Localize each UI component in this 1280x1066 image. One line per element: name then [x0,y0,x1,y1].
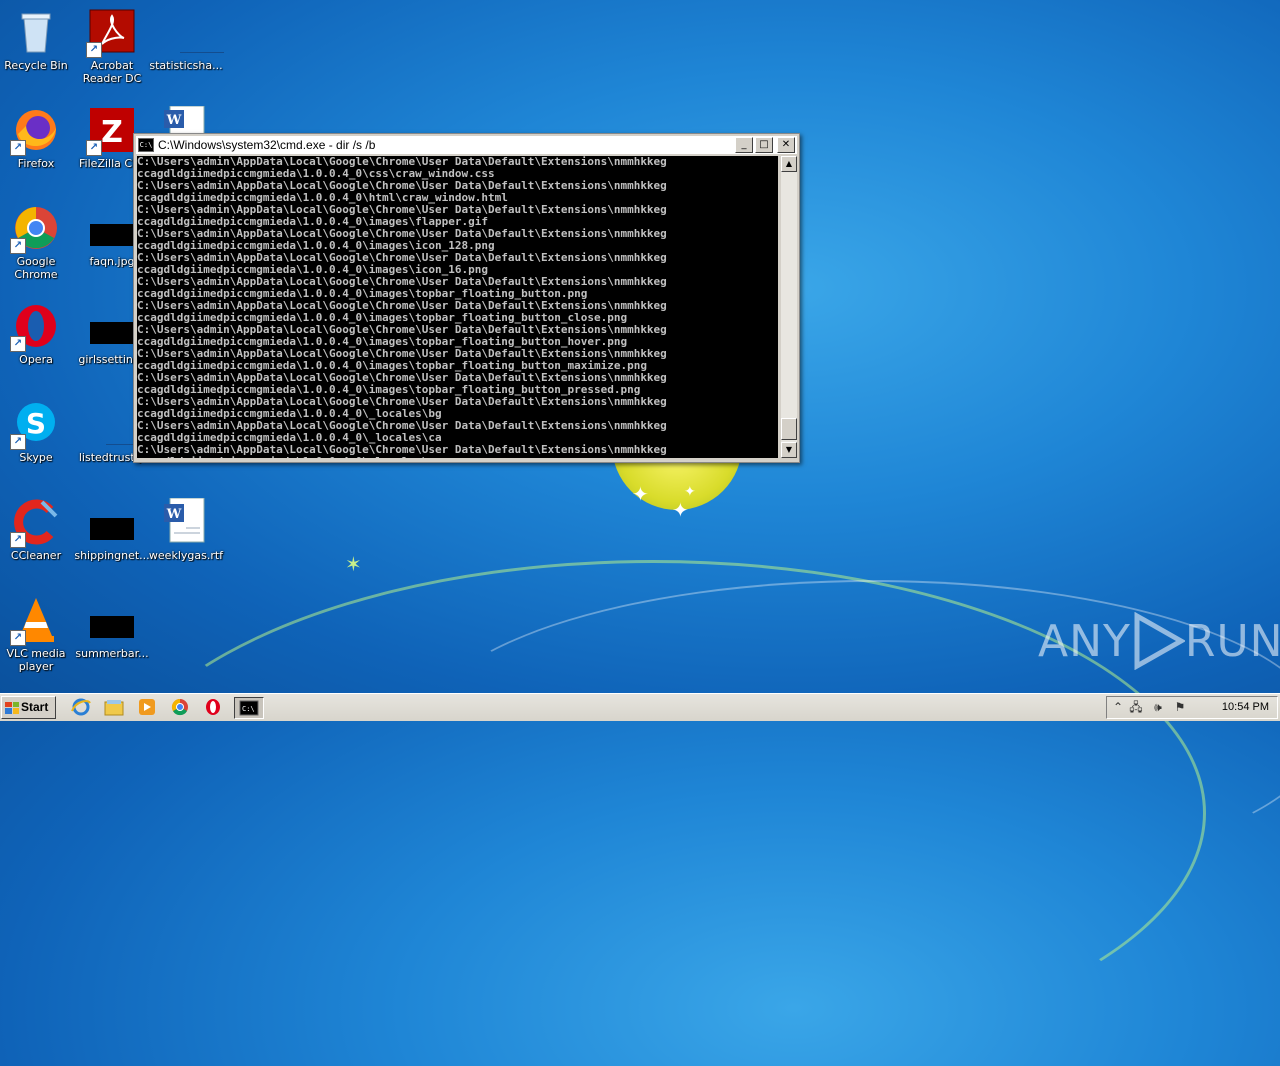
shortcut-arrow-icon: ↗ [86,140,102,156]
icon-label: CCleaner [10,549,62,562]
taskbar: Start C:\ ⌃ 🖧 🕪 ⚑ 10:54 PM [0,693,1280,721]
icon-label: statisticsha... [149,59,223,72]
desktop-icon-firefox[interactable]: ↗ Firefox [0,106,76,170]
scroll-thumb[interactable] [781,418,797,440]
ccleaner-icon: ↗ [10,498,60,548]
shortcut-arrow-icon: ↗ [10,630,26,646]
file-icon [88,596,136,644]
vertical-scrollbar[interactable]: ▲ ▼ [781,156,797,458]
icon-label: VLC media player [6,647,66,673]
desktop-icon-shippingnet[interactable]: shippingnet... [72,498,152,562]
windows-logo-icon [5,701,19,714]
desktop-icon-chrome[interactable]: ↗ Google Chrome [0,204,76,281]
opera-icon: ↗ [10,302,60,352]
file-icon [88,302,136,350]
icon-label: weeklygas.rtf [148,549,224,562]
desktop-icon-weeklygas[interactable]: W weeklygas.rtf [146,497,226,562]
desktop-icon-opera[interactable]: ↗ Opera [0,302,76,366]
maximize-button[interactable]: □ [755,137,773,153]
image-file-icon [88,204,136,252]
acrobat-icon: ↗ [86,8,136,58]
volume-icon[interactable]: 🕪 [1151,700,1165,714]
media-player-icon[interactable] [136,697,158,717]
network-icon[interactable]: 🖧 [1129,700,1143,714]
desktop-icon-ccleaner[interactable]: ↗ CCleaner [0,498,76,562]
window-titlebar[interactable]: C:\ C:\Windows\system32\cmd.exe - dir /s… [136,136,797,154]
svg-text:W: W [166,113,182,128]
desktop-icon-statisticsha[interactable]: statisticsha... [146,8,226,72]
start-button[interactable]: Start [1,696,56,719]
filezilla-icon: Z ↗ [86,106,136,156]
watermark-left-text: ANY [1038,615,1131,667]
system-tray: ⌃ 🖧 🕪 ⚑ 10:54 PM [1106,696,1278,719]
play-icon [1134,612,1185,670]
shortcut-arrow-icon: ↗ [10,532,26,548]
vlc-icon: ↗ [10,596,60,646]
minimize-button[interactable]: _ [735,137,753,153]
icon-label: Acrobat Reader DC [82,59,142,85]
console-output[interactable]: C:\Users\admin\AppData\Local\Google\Chro… [137,156,778,458]
svg-text:Z: Z [101,115,123,150]
cmd-icon: C:\ [138,138,154,152]
icon-label: Recycle Bin [4,59,68,72]
explorer-icon[interactable] [103,697,125,717]
desktop-icon-vlc[interactable]: ↗ VLC media player [0,596,76,673]
internet-explorer-icon[interactable] [70,697,92,717]
shortcut-arrow-icon: ↗ [10,238,26,254]
icon-label: Skype [19,451,53,464]
file-icon [162,8,224,56]
shortcut-arrow-icon: ↗ [86,42,102,58]
watermark-right-text: RUN [1184,615,1280,667]
chrome-icon: ↗ [10,204,60,254]
desktop-icon-acrobat[interactable]: ↗ Acrobat Reader DC [72,8,152,85]
show-hidden-icons-icon[interactable]: ⌃ [1111,700,1125,714]
opera-icon[interactable] [202,697,224,717]
desktop-icon-recycle-bin[interactable]: Recycle Bin [0,8,76,72]
desktop-icon-skype[interactable]: S ↗ Skype [0,400,76,464]
file-icon [88,498,136,546]
svg-text:C:\: C:\ [242,705,255,713]
window-title: C:\Windows\system32\cmd.exe - dir /s /b [158,138,376,152]
svg-text:W: W [166,507,182,522]
shortcut-arrow-icon: ↗ [10,434,26,450]
desktop-icon-summerbar[interactable]: summerbar... [72,596,152,660]
start-label: Start [21,700,49,714]
anyrun-watermark: ANY RUN [1038,612,1280,670]
clock[interactable]: 10:54 PM [1222,701,1269,713]
cmd-window[interactable]: C:\ C:\Windows\system32\cmd.exe - dir /s… [133,133,800,463]
scroll-up-arrow-icon[interactable]: ▲ [781,156,797,172]
icon-label: Firefox [17,157,55,170]
close-button[interactable]: ✕ [777,137,795,153]
recycle-bin-icon [12,8,60,56]
shortcut-arrow-icon: ↗ [10,140,26,156]
scroll-down-arrow-icon[interactable]: ▼ [781,442,797,458]
word-document-icon: W [162,497,210,546]
icon-label: summerbar... [75,647,149,660]
cmd-icon[interactable]: C:\ [234,697,264,719]
action-center-flag-icon[interactable]: ⚑ [1173,700,1187,714]
file-icon [88,400,150,448]
firefox-icon: ↗ [10,106,60,156]
icon-label: Google Chrome [14,255,58,281]
svg-text:S: S [26,407,46,440]
chrome-icon[interactable] [169,697,191,717]
icon-label: shippingnet... [74,549,150,562]
icon-label: Opera [19,353,53,366]
shortcut-arrow-icon: ↗ [10,336,26,352]
skype-icon: S ↗ [10,400,60,450]
